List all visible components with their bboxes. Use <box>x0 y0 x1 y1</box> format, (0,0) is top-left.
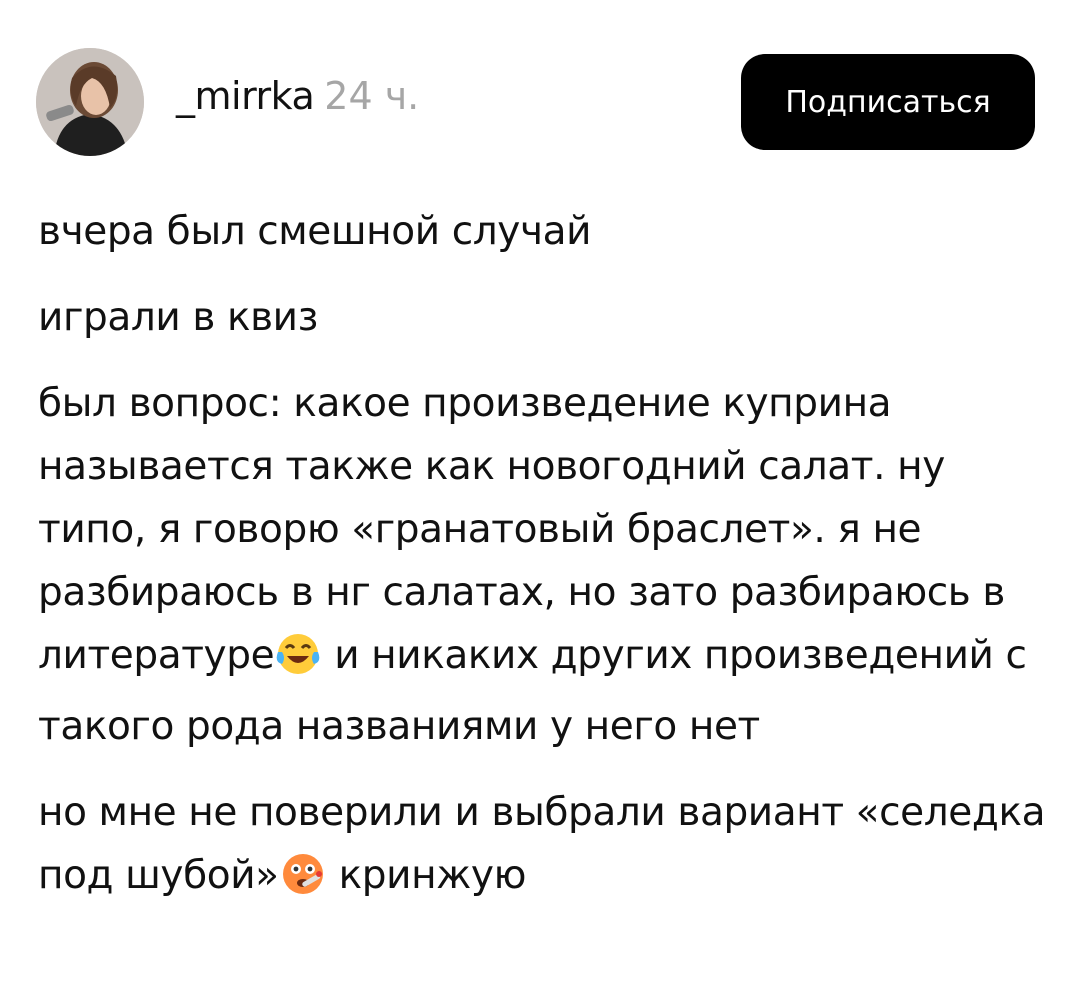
post-body: вчера был смешной случай играли в квиз б… <box>38 200 1048 938</box>
post-text: но мне не поверили и выбрали вариант «се… <box>38 790 1046 898</box>
post-header: _mirrka 24 ч. Подписаться <box>36 48 1036 158</box>
avatar-photo-icon <box>36 48 144 156</box>
subscribe-button[interactable]: Подписаться <box>741 54 1035 150</box>
post-paragraph-2: играли в квиз <box>38 295 318 340</box>
face-with-thermometer-emoji-icon <box>281 852 325 915</box>
post-paragraph-4: но мне не поверили и выбрали вариант «се… <box>38 781 1048 915</box>
avatar[interactable] <box>36 48 144 156</box>
username-link[interactable]: _mirrka <box>176 74 315 118</box>
post-time: 24 ч. <box>324 74 420 118</box>
tears-of-joy-emoji-icon <box>276 632 320 695</box>
post-text: кринжую <box>326 853 527 898</box>
post-paragraph-3: был вопрос: какое произведение куприна н… <box>38 372 1048 758</box>
post-meta: _mirrka 24 ч. <box>176 74 419 118</box>
post-paragraph-1: вчера был смешной случай <box>38 209 592 254</box>
